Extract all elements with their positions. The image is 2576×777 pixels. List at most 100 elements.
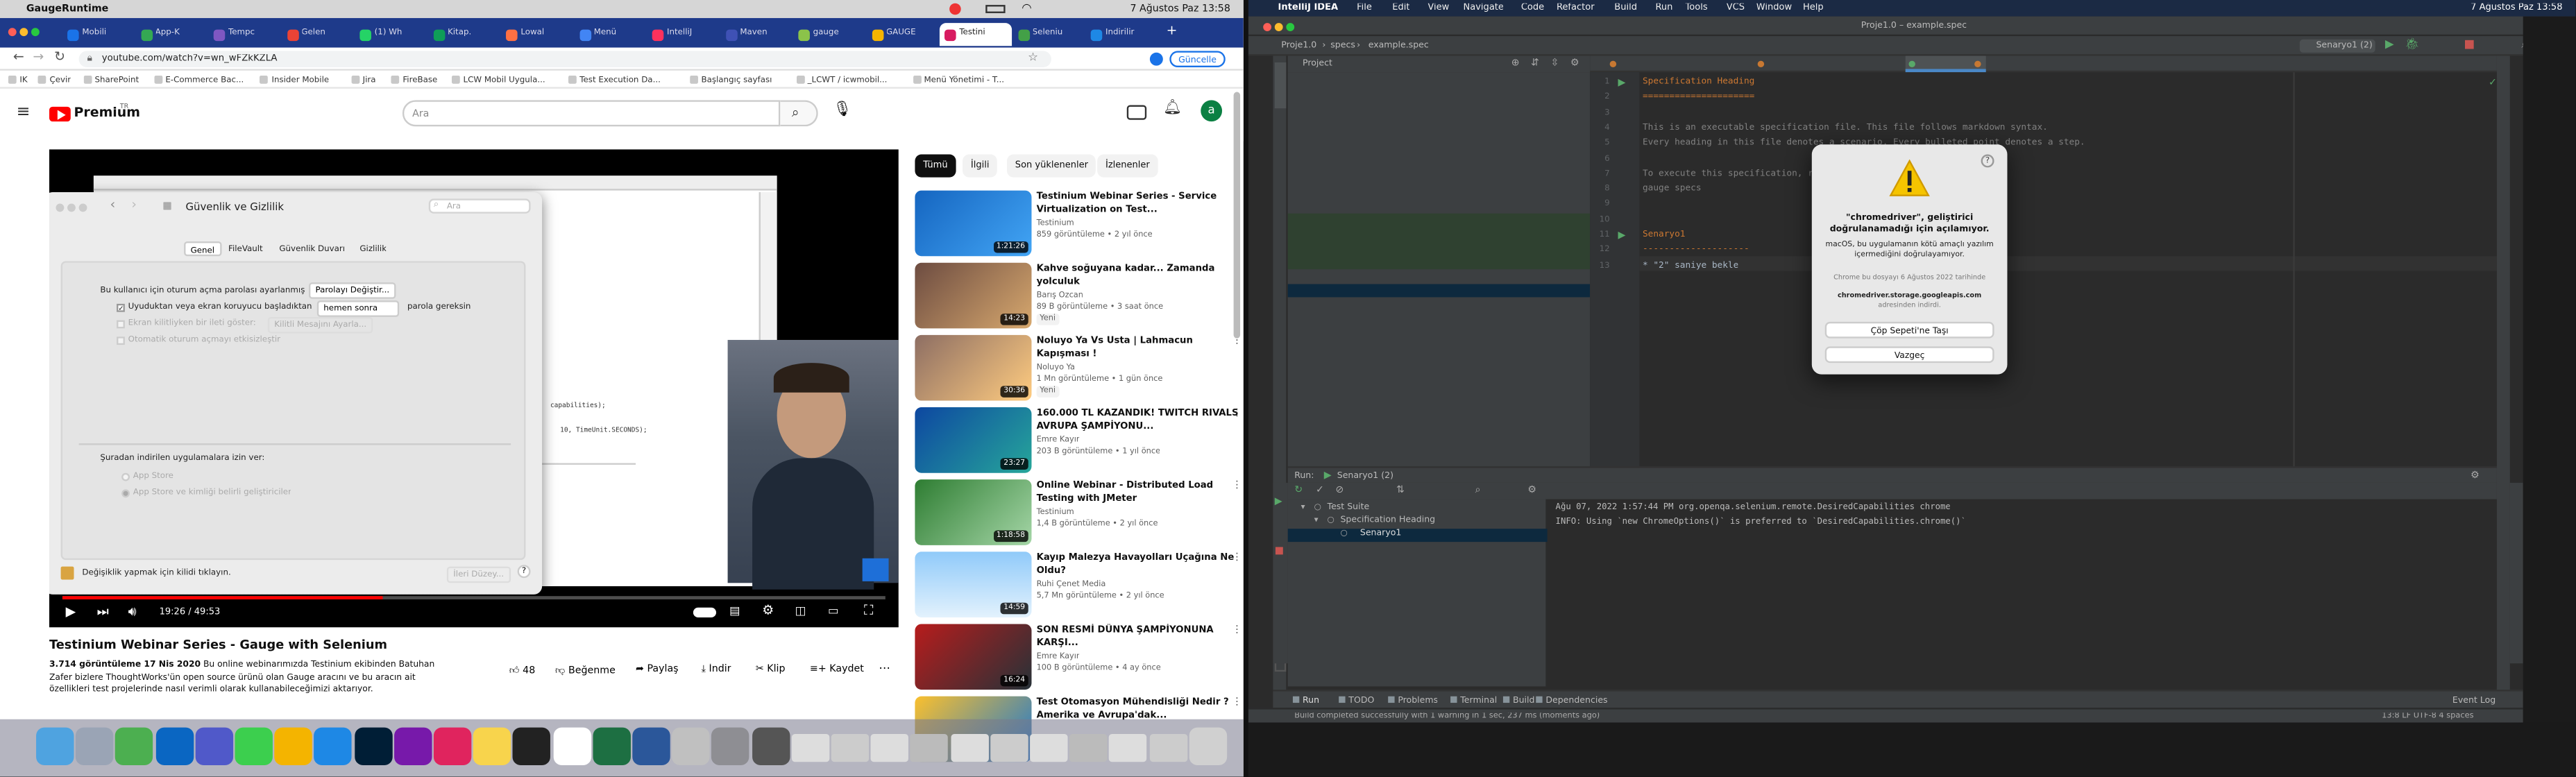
safari-icon[interactable] <box>314 727 353 766</box>
video-thumbnail[interactable]: 1:18:58 <box>915 479 1032 545</box>
window-thumb-icon[interactable] <box>1149 734 1187 762</box>
bookmark-item[interactable]: Başlangıç sayfası <box>689 74 772 85</box>
microphone-icon[interactable]: 🎙︎ <box>833 102 851 119</box>
recommended-video[interactable]: 30:36 Noluyo Ya Vs Usta | Lahmacun Kapışm… <box>915 334 1243 402</box>
stop-icon[interactable]: ■ <box>1275 545 1284 557</box>
app-name[interactable]: GaugeRuntime <box>26 3 108 15</box>
require-delay-select[interactable]: hemen sonra <box>316 300 400 317</box>
minimize-window-dot[interactable] <box>67 203 76 212</box>
cancel-button[interactable]: Vazgeç <box>1824 346 1994 364</box>
search-button[interactable]: ⌕ <box>780 100 818 127</box>
tab-privacy[interactable]: Gizlilik <box>359 244 387 253</box>
window-thumb-icon[interactable] <box>1030 734 1068 762</box>
onenote-icon[interactable] <box>393 727 432 766</box>
identified-devs-radio[interactable] <box>121 489 130 498</box>
test-suite-node[interactable]: Test Suite <box>1328 502 1370 512</box>
grid-icon[interactable]: ▦ <box>162 200 171 212</box>
ide-menu-item[interactable]: Code <box>1521 3 1544 12</box>
video-thumbnail[interactable]: 14:59 <box>915 552 1032 617</box>
project-tree-node[interactable]: ›src <box>1307 187 1584 200</box>
ide-menu-item[interactable]: File <box>1357 3 1372 12</box>
maps-icon[interactable] <box>115 727 154 766</box>
recommended-video[interactable]: 14:59 Kayıp Malezya Havayolları Uçağına N… <box>915 552 1243 619</box>
fullscreen-icon[interactable]: ⛶ <box>864 603 873 620</box>
update-button[interactable]: Güncelle <box>1169 51 1226 68</box>
ide-menu-item[interactable]: Build <box>1614 3 1637 12</box>
project-tree-node[interactable]: ›java <box>1334 214 1584 228</box>
spec-heading-node[interactable]: Specification Heading <box>1340 515 1435 525</box>
youtube-logo-icon[interactable] <box>49 106 71 122</box>
window-thumb-icon[interactable] <box>831 734 870 762</box>
breadcrumb-file[interactable]: example.spec <box>1368 41 1429 51</box>
account-avatar[interactable]: a <box>1201 100 1223 122</box>
tool-window-tab[interactable]: Build <box>1502 696 1534 706</box>
code-editor[interactable]: ▶ ▶ ✓ 1 Specification Heading 2 ===========… <box>1590 72 2497 467</box>
volume-icon[interactable]: 🔊︎ <box>128 604 137 621</box>
require-password-checkbox[interactable]: ✓ <box>117 303 125 312</box>
clock[interactable]: 7 Ağustos Paz 13:58 <box>2471 3 2562 12</box>
recommended-video[interactable]: 16:24 SON RESMİ DÜNYA ŞAMPİYONUNA KARŞI..… <box>915 624 1243 691</box>
expand-icon[interactable]: ▾ <box>1301 502 1305 512</box>
lock-message-button[interactable]: Kilitli Mesajını Ayarla... <box>267 316 373 334</box>
zoom-icon[interactable]: ⌕ <box>1475 484 1481 497</box>
back-icon[interactable]: ← <box>13 49 24 64</box>
window-thumb-icon[interactable] <box>1069 734 1108 762</box>
filter-chip[interactable]: İzlenenler <box>1097 154 1158 178</box>
more-options-icon[interactable]: ⋮ <box>1232 479 1242 491</box>
teams-icon[interactable] <box>195 727 233 766</box>
tool-window-tab[interactable]: Dependencies <box>1536 696 1608 706</box>
address-field[interactable]: 🔒︎ youtube.com/watch?v=wn_wFZkKZLA ☆ <box>78 51 1051 68</box>
filter-chip[interactable]: Tümü <box>915 154 956 178</box>
window-thumb-icon[interactable] <box>910 734 949 762</box>
recommended-video[interactable]: 1:21:26 Testinium Webinar Series - Servic… <box>915 190 1243 258</box>
project-tree-node[interactable]: ›env <box>1307 117 1584 130</box>
word-icon[interactable] <box>632 727 670 766</box>
ide-menu-item[interactable]: Tools <box>1686 3 1708 12</box>
save-button[interactable]: ≡+ Kaydet <box>810 663 864 675</box>
description-box[interactable]: 3.714 görüntüleme 17 Nis 2020 Bu online … <box>49 660 457 699</box>
download-button[interactable]: ⤓ İndir <box>702 663 731 676</box>
ide-app-name[interactable]: IntelliJ IDEA <box>1278 3 1339 12</box>
youtube-premium-logo[interactable]: Premium <box>74 105 140 119</box>
run-config-select[interactable]: Senaryo1 (2) <box>2299 39 2375 53</box>
lock-message-checkbox[interactable] <box>117 320 125 329</box>
bookmark-item[interactable]: _LCWT / icwmobil... <box>796 74 887 85</box>
messages-icon[interactable] <box>235 727 273 766</box>
editor-tab[interactable]: BaseTest.java <box>1971 56 2050 72</box>
run-icon[interactable]: ▶ <box>2385 37 2394 51</box>
settings-gear-icon[interactable]: ⚙ <box>762 603 774 617</box>
photoshop-icon[interactable] <box>354 727 392 766</box>
rerun-icon[interactable]: ↻ <box>1294 484 1303 496</box>
tool-window-tab[interactable]: Terminal <box>1450 696 1497 706</box>
project-tree-node[interactable]: ›.idea <box>1307 103 1584 117</box>
editor-tab[interactable]: StepImplementation.java <box>1754 56 1884 72</box>
recommended-video[interactable]: 14:23 Kahve soğuyana kadar... Zamanda yol… <box>915 262 1243 330</box>
bookmark-item[interactable]: SharePoint <box>83 74 139 85</box>
bookmark-item[interactable]: Menü Yönetimi - T... <box>912 74 1004 85</box>
wifi-icon[interactable]: ◠ <box>1022 1 1031 15</box>
tab-firewall[interactable]: Güvenlik Duvarı <box>279 244 345 253</box>
gear-icon[interactable]: ⚙ <box>1570 58 1579 69</box>
project-tree-node[interactable]: ›test <box>1321 200 1584 214</box>
close-window-dot[interactable] <box>1263 23 1272 31</box>
bookmark-item[interactable]: Çevir <box>37 74 71 85</box>
close-window-dot[interactable] <box>56 203 65 212</box>
project-tree-node[interactable]: ›BaseTest <box>1360 242 1584 255</box>
battery-icon[interactable] <box>985 5 1006 13</box>
help-icon[interactable]: ? <box>517 565 531 579</box>
next-icon[interactable]: ⏭︎ <box>97 604 109 621</box>
ide-menu-item[interactable]: VCS <box>1727 3 1745 12</box>
reminders-icon[interactable] <box>552 727 591 766</box>
ide-menu-item[interactable]: Navigate <box>1464 3 1504 12</box>
filter-chip[interactable]: İlgili <box>963 154 998 178</box>
run-spec-gutter-icon[interactable]: ▶ <box>1618 77 1625 89</box>
help-icon[interactable]: ? <box>1981 154 1994 168</box>
browser-tab[interactable]: Testini <box>939 23 1012 46</box>
reload-icon[interactable]: ↻ <box>54 49 65 64</box>
forward-icon[interactable]: › <box>131 197 137 212</box>
window-thumb-icon[interactable] <box>791 734 829 762</box>
clip-button[interactable]: ✂ Klip <box>756 663 786 675</box>
video-thumbnail[interactable]: 23:27 <box>915 407 1032 473</box>
project-tree-node[interactable]: ›External Libraries <box>1294 381 1584 394</box>
outlook-icon[interactable] <box>155 727 194 766</box>
